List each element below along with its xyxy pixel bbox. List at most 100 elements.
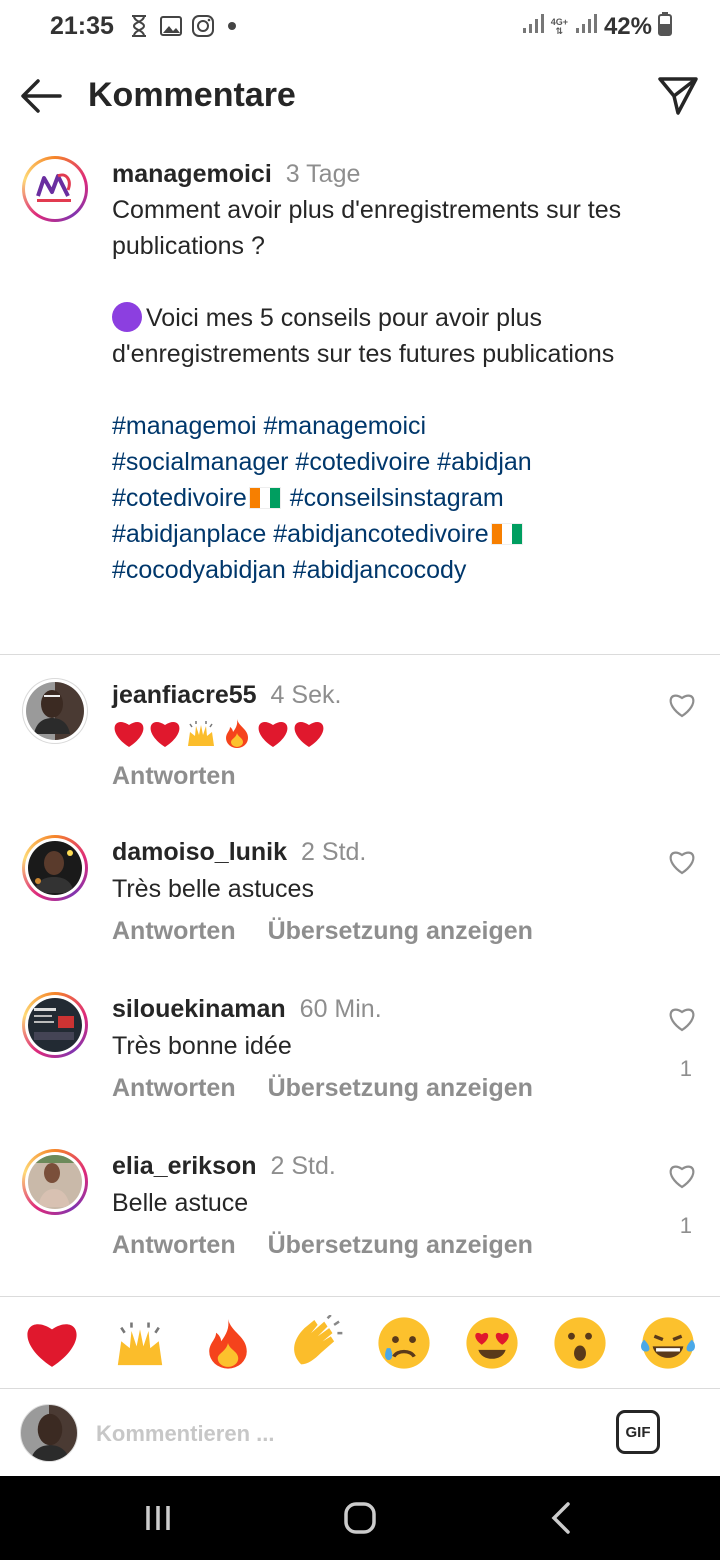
like-button[interactable] [668,849,696,875]
avatar[interactable] [22,835,88,901]
fire-reaction-button[interactable] [197,1312,259,1374]
astonished-face-reaction-button[interactable] [549,1312,611,1374]
hashtag-line[interactable]: #cotedivoire [112,484,247,512]
caption-avatar[interactable] [22,156,88,222]
recent-apps-button[interactable] [136,1498,180,1538]
chevron-left-icon [551,1502,570,1534]
battery-percent: 42% [603,12,652,40]
comment-item: damoiso_lunik 2 Std. Très belle astuces A… [0,835,720,975]
recent-apps-icon [146,1506,170,1530]
send-icon [658,77,698,115]
red-heart-icon [150,722,180,747]
comment-username[interactable]: damoiso_lunik [112,838,287,866]
translate-button[interactable]: Übersetzung anzeigen [268,1074,533,1103]
network-type: 4G+ ⇅ [550,16,568,36]
home-icon [344,1502,376,1534]
hashtag-line[interactable]: #socialmanager #cotedivoire #abidjan [112,444,702,480]
reply-button[interactable]: Antworten [112,1074,236,1103]
gif-button[interactable]: GIF [616,1410,660,1454]
like-count: 1 [679,1213,692,1238]
home-button[interactable] [338,1498,382,1538]
battery-icon [658,12,672,41]
caption-username[interactable]: managemoici [112,160,272,188]
comment-item: jeanfiacre55 4 Sek. Antworten [0,678,720,818]
fire-icon [209,1319,247,1369]
clapping-hands-icon [294,1315,343,1365]
comment-time: 2 Std. [270,1152,336,1180]
like-count: 1 [679,1056,692,1081]
heart-outline-icon [669,1165,695,1189]
status-time: 21:35 [50,12,114,40]
reply-button[interactable]: Antworten [112,762,236,791]
translate-button[interactable]: Übersetzung anzeigen [268,1231,533,1260]
caption-text-1: Comment avoir plus d'enregistrements sur… [112,196,622,260]
red-heart-icon [294,722,324,747]
avatar[interactable] [22,678,88,744]
caption-time: 3 Tage [285,160,361,188]
hourglass-icon [128,14,150,38]
comment-text: Belle astuce [112,1189,249,1217]
heart-outline-icon [669,851,695,875]
like-button[interactable] [668,1006,696,1032]
heart-eyes-face-icon [466,1317,518,1369]
ivory-coast-flag-icon [490,523,523,545]
heart-outline-icon [669,694,695,718]
tears-of-joy-reaction-button[interactable] [637,1312,699,1374]
comment-username[interactable]: elia_erikson [112,1152,257,1180]
avatar[interactable] [22,1149,88,1215]
tears-of-joy-face-icon [641,1317,695,1369]
hashtag-line[interactable]: #cocodyabidjan #abidjancocody [112,552,702,588]
managemoi-logo-icon [36,173,71,202]
hashtag-line[interactable]: #conseilsinstagram [283,484,504,512]
heart-outline-icon [669,1008,695,1032]
hashtags: #managemoi #managemoici #socialmanager #… [112,408,702,588]
comment-username[interactable]: silouekinaman [112,995,286,1023]
comment-username[interactable]: jeanfiacre55 [112,681,257,709]
raising-hands-reaction-button[interactable] [109,1312,171,1374]
signal-icon-2 [574,13,598,40]
person-avatar-icon [30,1413,70,1461]
instagram-icon [192,14,214,38]
avatar [20,1404,78,1462]
like-button[interactable] [668,1163,696,1189]
avatar[interactable] [22,992,88,1058]
person-avatar-icon [28,1155,80,1207]
comment-item: elia_erikson 2 Std. Belle astuce Antworte… [0,1149,720,1289]
screenshot-avatar-icon [34,1008,74,1040]
person-avatar-icon [34,850,74,893]
back-nav-button[interactable] [540,1498,584,1538]
comment-time: 4 Sek. [270,681,342,709]
back-button[interactable] [18,76,64,116]
hashtag-line[interactable]: #abidjanplace #abidjancotedivoire [112,520,489,548]
red-heart-reaction-button[interactable] [21,1312,83,1374]
system-nav-bar [0,1476,720,1560]
share-button[interactable] [656,74,700,118]
reply-button[interactable]: Antworten [112,1231,236,1260]
hashtag-line[interactable]: #managemoi #managemoici [112,408,702,444]
comment-text [112,716,642,750]
comment-input-bar: GIF [0,1390,720,1476]
divider [0,654,720,655]
like-button[interactable] [668,692,696,718]
person-avatar-icon [34,690,70,734]
red-heart-icon [27,1324,77,1367]
comment-text: Très belle astuces [112,875,314,903]
purple-circle-emoji-icon [112,302,142,332]
reply-button[interactable]: Antworten [112,917,236,946]
comment-item: silouekinaman 60 Min. Très bonne idée Ant… [0,992,720,1132]
clapping-hands-reaction-button[interactable] [285,1312,347,1374]
comment-time: 2 Std. [301,838,367,866]
signal-icon [521,13,545,40]
raising-hands-icon [188,721,214,746]
red-heart-icon [114,722,144,747]
gallery-icon [160,14,182,38]
status-bar: 21:35 4G+ ⇅ 42% [0,0,720,56]
comment-input[interactable] [96,1414,576,1454]
notification-dot-icon [228,22,236,30]
comment-text: Très bonne idée [112,1032,292,1060]
divider [0,1388,720,1389]
arrow-left-icon [21,79,62,113]
heart-eyes-reaction-button[interactable] [461,1312,523,1374]
crying-face-reaction-button[interactable] [373,1312,435,1374]
translate-button[interactable]: Übersetzung anzeigen [268,917,533,946]
